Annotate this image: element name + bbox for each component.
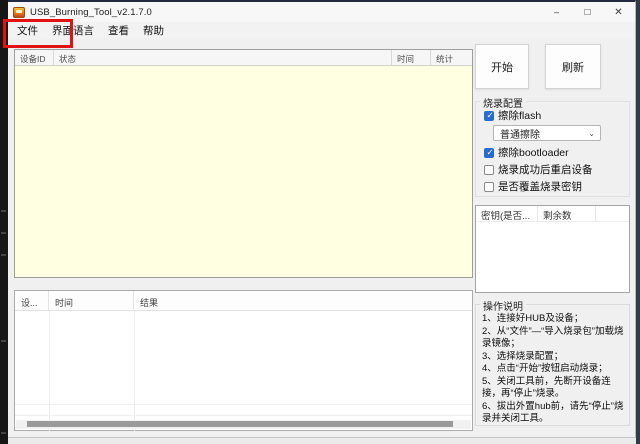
log-table-col-result[interactable]: 结果 [134,291,472,310]
app-icon [13,7,25,18]
key-table-col-remaining[interactable]: 剩余数 [538,206,596,221]
erase-mode-value: 普通擦除 [494,126,588,141]
overwrite-key-option[interactable]: 是否覆盖烧录密钥 [484,179,582,194]
device-table-header: 设备ID 状态 时间 统计 [15,50,472,66]
background-window-strip-right [636,0,640,444]
log-table-col-device[interactable]: 设... [15,291,49,310]
device-table-col-stats[interactable]: 统计 [431,50,472,65]
log-table[interactable]: 设... 时间 结果 [14,290,473,431]
menu-item-file[interactable]: 文件 [10,22,45,39]
maximize-icon[interactable]: □ [572,2,603,22]
log-table-divider [134,311,135,431]
window-title: USB_Burning_Tool_v2.1.7.0 [30,7,152,18]
instructions-group: 操作说明 1、连接好HUB及设备； 2、从“文件”—“导入烧录包”加载烧录镜像；… [475,304,630,426]
erase-flash-option[interactable]: 擦除flash [484,108,541,123]
erase-mode-dropdown[interactable]: 普通擦除 ⌄ [493,125,601,141]
device-table-col-status[interactable]: 状态 [54,50,392,65]
key-table[interactable]: 密钥(是否... 剩余数 [475,205,630,293]
window-controls: – □ ✕ [541,2,634,22]
erase-bootloader-option[interactable]: 擦除bootloader [484,145,569,160]
menu-item-help[interactable]: 帮助 [136,22,171,39]
device-list-table[interactable]: 设备ID 状态 时间 统计 [14,49,473,278]
log-table-header: 设... 时间 结果 [15,291,472,311]
burn-config-group: 烧录配置 擦除flash 普通擦除 ⌄ 擦除bootloader 烧录成功后重启… [475,101,630,197]
title-bar: USB_Burning_Tool_v2.1.7.0 – □ ✕ [8,2,635,22]
menu-item-view[interactable]: 查看 [101,22,136,39]
usb-burning-tool-window: USB_Burning_Tool_v2.1.7.0 – □ ✕ 文件 界面语言 … [8,0,636,438]
instruction-line: 3、选择烧录配置； [482,351,625,364]
refresh-button[interactable]: 刷新 [545,44,601,89]
horizontal-scrollbar[interactable] [16,420,471,429]
key-table-header: 密钥(是否... 剩余数 [476,206,629,222]
key-table-col-extra [596,206,629,221]
erase-bootloader-checkbox[interactable] [484,148,494,158]
log-table-col-time[interactable]: 时间 [49,291,134,310]
log-table-row-line [15,415,472,416]
reboot-after-burn-checkbox[interactable] [484,165,494,175]
log-table-row-line [15,404,472,405]
instruction-line: 2、从“文件”—“导入烧录包”加载烧录镜像； [482,326,625,351]
overwrite-key-checkbox[interactable] [484,182,494,192]
key-table-col-key[interactable]: 密钥(是否... [476,206,538,221]
instructions-title: 操作说明 [480,298,526,313]
erase-bootloader-label: 擦除bootloader [498,145,569,160]
reboot-after-burn-option[interactable]: 烧录成功后重启设备 [484,162,593,177]
start-button[interactable]: 开始 [475,44,529,89]
desktop-area-below-window [8,438,636,444]
device-table-col-time[interactable]: 时间 [392,50,431,65]
menu-item-language[interactable]: 界面语言 [45,22,101,39]
menu-bar: 文件 界面语言 查看 帮助 [8,22,635,39]
erase-flash-checkbox[interactable] [484,111,494,121]
background-window-strip-left [0,0,8,444]
overwrite-key-label: 是否覆盖烧录密钥 [498,179,582,194]
log-table-divider [49,311,50,431]
instruction-line: 5、关闭工具前，先断开设备连接，再“停止”烧录。 [482,376,625,401]
instructions-text: 1、连接好HUB及设备； 2、从“文件”—“导入烧录包”加载烧录镜像； 3、选择… [482,313,625,426]
minimize-icon[interactable]: – [541,2,572,22]
device-table-col-device-id[interactable]: 设备ID [15,50,54,65]
instruction-line: 6、拔出外置hub前，请先“停止”烧录并关闭工具。 [482,401,625,426]
scrollbar-thumb[interactable] [27,421,453,427]
screenshot-root: USB_Burning_Tool_v2.1.7.0 – □ ✕ 文件 界面语言 … [0,0,640,444]
reboot-after-burn-label: 烧录成功后重启设备 [498,162,593,177]
erase-flash-label: 擦除flash [498,108,541,123]
chevron-down-icon: ⌄ [588,129,600,138]
close-icon[interactable]: ✕ [603,2,634,22]
instruction-line: 1、连接好HUB及设备； [482,313,625,326]
instruction-line: 4、点击“开始”按钮启动烧录； [482,363,625,376]
